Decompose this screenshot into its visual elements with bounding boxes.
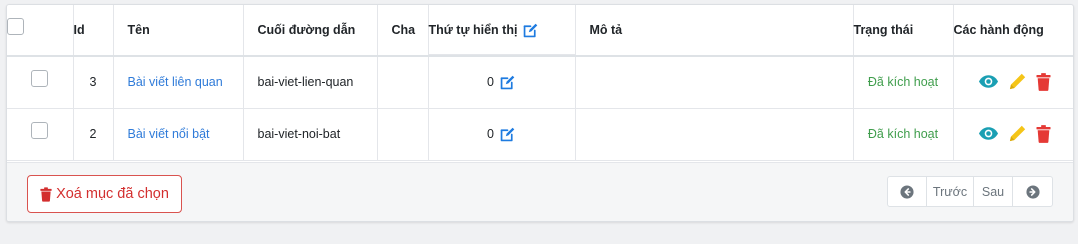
row-status-cell: Đã kích hoạt: [853, 56, 954, 109]
row-order-value: 0: [487, 127, 494, 141]
category-table: Id Tên Cuối đường dẫn Cha Thứ tự hiển th…: [7, 5, 1073, 161]
pagination-prev-icon-button[interactable]: [888, 177, 927, 206]
pencil-icon[interactable]: [1008, 124, 1027, 143]
column-header-status[interactable]: Trạng thái: [853, 5, 954, 57]
delete-selected-label: Xoá mục đã chọn: [56, 186, 169, 202]
row-slug: bai-viet-noi-bat: [243, 108, 378, 161]
column-header-name[interactable]: Tên: [113, 5, 244, 57]
arrow-left-circle-icon: [900, 184, 914, 199]
row-order-cell: 0: [428, 108, 576, 161]
column-header-slug[interactable]: Cuối đường dẫn: [243, 5, 378, 57]
pagination-prev-button[interactable]: Trước: [927, 177, 974, 206]
row-id: 2: [73, 108, 114, 161]
row-checkbox[interactable]: [31, 121, 49, 139]
pagination-next-icon-button[interactable]: [1013, 177, 1052, 206]
pencil-icon[interactable]: [1008, 72, 1027, 91]
row-name-cell: Bài viết liên quan: [113, 56, 244, 109]
edit-icon[interactable]: [499, 126, 516, 143]
table-row: 2 Bài viết nổi bật bai-viet-noi-bat 0 Đã…: [7, 108, 1073, 161]
trash-icon[interactable]: [1036, 72, 1051, 91]
row-select-cell: [7, 56, 74, 109]
pagination: Trước Sau: [887, 176, 1053, 207]
row-order-value: 0: [487, 75, 494, 90]
row-name-cell: Bài viết nổi bật: [113, 108, 244, 161]
trash-icon: [40, 186, 52, 202]
row-name-link[interactable]: Bài viết nổi bật: [128, 127, 210, 141]
row-order-cell: 0: [428, 56, 576, 109]
row-parent: [377, 108, 429, 161]
row-description: [575, 56, 854, 109]
table-header-row: Id Tên Cuối đường dẫn Cha Thứ tự hiển th…: [7, 5, 1073, 57]
row-description: [575, 108, 854, 161]
row-select-cell: [7, 108, 74, 161]
row-name-link[interactable]: Bài viết liên quan: [128, 75, 223, 89]
eye-icon[interactable]: [978, 74, 999, 89]
pagination-next-button[interactable]: Sau: [974, 177, 1013, 206]
edit-icon[interactable]: [499, 74, 516, 91]
trash-icon[interactable]: [1036, 124, 1051, 143]
arrow-right-circle-icon: [1025, 184, 1040, 199]
category-table-card: Id Tên Cuối đường dẫn Cha Thứ tự hiển th…: [6, 4, 1074, 222]
column-header-actions: Các hành động: [953, 5, 1073, 57]
select-all-checkbox[interactable]: [7, 17, 24, 35]
column-header-parent[interactable]: Cha: [377, 5, 429, 57]
status-badge: Đã kích hoạt: [867, 75, 939, 90]
status-badge: Đã kích hoạt: [867, 127, 939, 141]
row-actions-cell: [953, 56, 1073, 109]
row-checkbox[interactable]: [31, 69, 49, 87]
select-all-cell: [7, 5, 74, 57]
column-header-id[interactable]: Id: [73, 5, 114, 57]
column-header-order[interactable]: Thứ tự hiển thị: [428, 5, 576, 57]
table-footer: Xoá mục đã chọn Trước Sau: [7, 162, 1073, 221]
column-header-order-label: Thứ tự hiển thị: [428, 23, 518, 37]
row-slug: bai-viet-lien-quan: [243, 56, 378, 109]
row-id: 3: [73, 56, 114, 109]
column-header-description[interactable]: Mô tả: [575, 5, 854, 57]
eye-icon[interactable]: [978, 126, 999, 141]
table-row: 3 Bài viết liên quan bai-viet-lien-quan …: [7, 56, 1073, 109]
row-status-cell: Đã kích hoạt: [853, 108, 954, 161]
row-actions-cell: [953, 108, 1073, 161]
edit-icon[interactable]: [522, 22, 539, 39]
row-parent: [377, 56, 429, 109]
delete-selected-button[interactable]: Xoá mục đã chọn: [27, 175, 182, 213]
